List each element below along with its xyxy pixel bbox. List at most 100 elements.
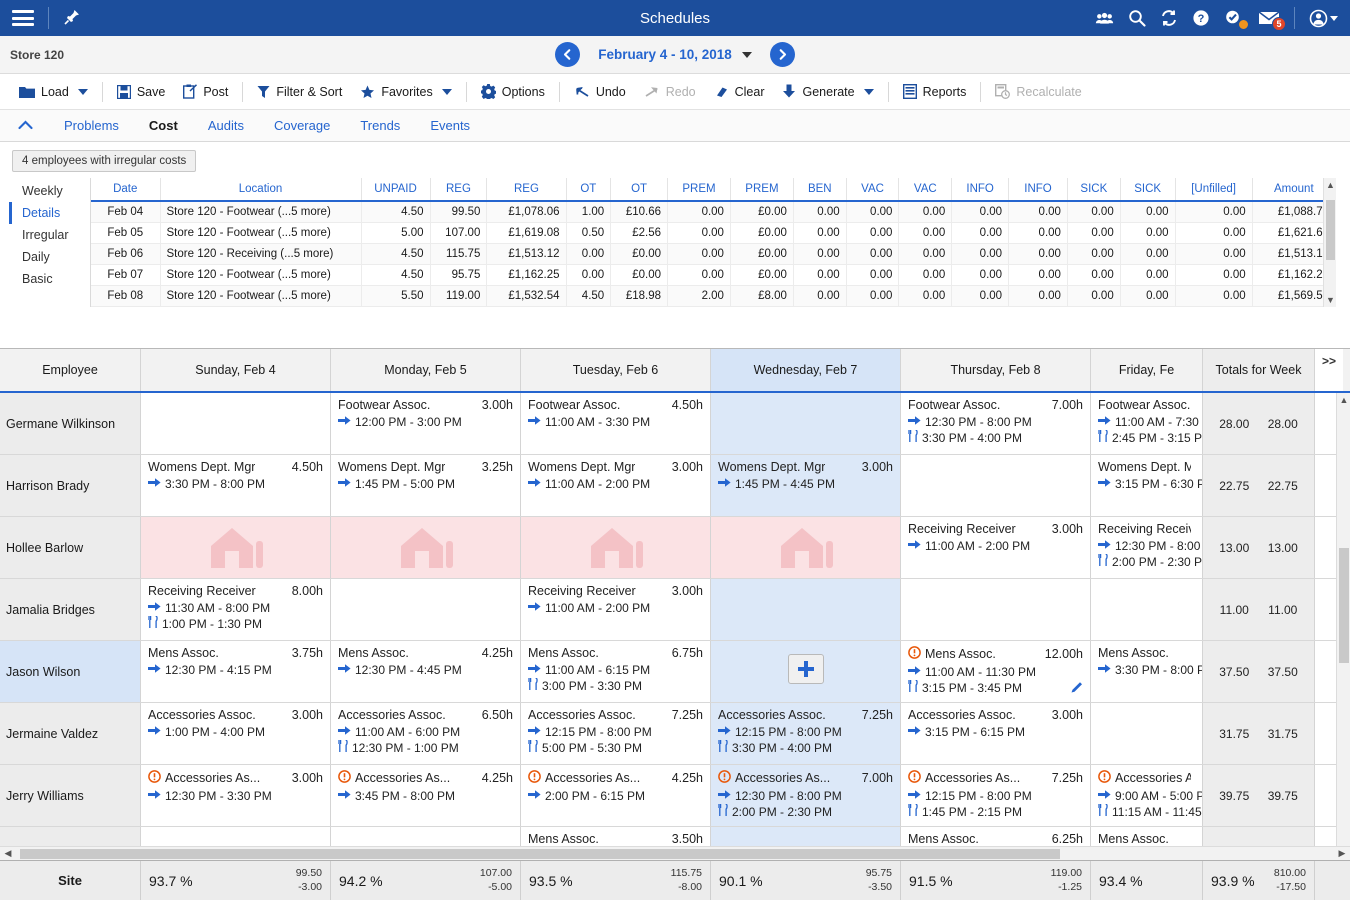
filter-sort-button[interactable]: Filter & Sort <box>248 78 351 106</box>
cost-table-row[interactable]: Feb 06Store 120 - Receiving (...5 more)4… <box>91 244 1336 265</box>
scroll-up-arrow-icon[interactable]: ▲ <box>1337 393 1350 407</box>
chevron-down-icon[interactable] <box>78 89 88 95</box>
schedule-column-header[interactable]: Sunday, Feb 4 <box>141 349 331 391</box>
tasks-icon[interactable] <box>1224 9 1244 27</box>
schedule-column-header[interactable]: Friday, Fe <box>1091 349 1203 391</box>
options-button[interactable]: Options <box>472 78 554 106</box>
shift-cell[interactable]: Mens Assoc. 12.00h 11:00 AM - 11:30 PM 3… <box>901 641 1091 702</box>
shift-cell[interactable] <box>901 579 1091 640</box>
shift-cell[interactable]: Receiving Receiver 3.00h 11:00 AM - 2:00… <box>901 517 1091 578</box>
scroll-right-arrow-icon[interactable]: ▶ <box>1334 847 1350 861</box>
cost-col-header[interactable]: OT <box>611 178 668 201</box>
hscroll-track[interactable] <box>16 847 1334 861</box>
shift-cell[interactable]: Accessories Assoc. 7.25h 12:15 PM - 8:00… <box>711 703 901 764</box>
shift-cell[interactable]: Footwear Assoc. 7.00h 12:30 PM - 8:00 PM… <box>901 393 1091 454</box>
cost-table-scrollbar[interactable]: ▲ ▼ <box>1323 178 1336 307</box>
cost-nav-irregular[interactable]: Irregular <box>12 224 90 246</box>
cost-col-header[interactable]: SICK <box>1067 178 1120 201</box>
schedule-horizontal-scrollbar[interactable]: ◀ ▶ <box>0 846 1350 860</box>
cost-col-header[interactable]: PREM <box>668 178 731 201</box>
shift-cell[interactable]: Womens Dept. Mgr 3.00h 11:00 AM - 2:00 P… <box>521 455 711 516</box>
cost-nav-details[interactable]: Details <box>9 202 90 224</box>
shift-cell[interactable]: Womens Dept. Mgr 3.00h 1:45 PM - 4:45 PM <box>711 455 901 516</box>
cost-col-header[interactable]: PREM <box>730 178 793 201</box>
edit-shift-icon[interactable] <box>1070 680 1084 697</box>
schedule-row[interactable]: Hollee Barlow Receiving Receiver 3.00h 1… <box>0 517 1336 579</box>
shift-cell[interactable]: Accessories Assoc. 7.25h 12:15 PM - 8:00… <box>521 703 711 764</box>
schedule-row[interactable]: Harrison Brady Womens Dept. Mgr 4.50h 3:… <box>0 455 1336 517</box>
undo-button[interactable]: Undo <box>565 78 635 106</box>
shift-cell[interactable] <box>1091 703 1203 764</box>
date-range-label[interactable]: February 4 - 10, 2018 <box>598 47 732 62</box>
shift-cell[interactable] <box>711 393 901 454</box>
schedule-column-header[interactable]: Thursday, Feb 8 <box>901 349 1091 391</box>
date-dropdown-chevron-icon[interactable] <box>742 52 752 58</box>
day-off-cell[interactable] <box>521 517 711 578</box>
cost-nav-basic[interactable]: Basic <box>12 268 90 290</box>
load-button[interactable]: Load <box>10 78 97 106</box>
clear-button[interactable]: Clear <box>705 78 774 106</box>
shift-cell[interactable] <box>711 641 901 702</box>
schedule-vertical-scrollbar[interactable]: ▲ ▼ <box>1336 393 1350 860</box>
employee-name-cell[interactable]: Germane Wilkinson <box>0 393 141 454</box>
tab-audits[interactable]: Audits <box>193 110 259 141</box>
cost-table-row[interactable]: Feb 08Store 120 - Footwear (...5 more)5.… <box>91 286 1336 307</box>
shift-cell[interactable]: Receiving Receiver 3.00h 11:00 AM - 2:00… <box>521 579 711 640</box>
chevron-down-icon[interactable] <box>864 89 874 95</box>
irregular-costs-chip[interactable]: 4 employees with irregular costs <box>12 150 196 172</box>
shift-cell[interactable]: Mens Assoc. 3:30 PM - 8:00 P <box>1091 641 1203 702</box>
reports-button[interactable]: Reports <box>894 78 976 106</box>
generate-button[interactable]: Generate <box>773 78 882 106</box>
save-button[interactable]: Save <box>108 78 175 106</box>
user-account-icon[interactable] <box>1309 9 1338 28</box>
shift-cell[interactable]: Receiving Receiver 12:30 PM - 8:00 P 2:0… <box>1091 517 1203 578</box>
tab-events[interactable]: Events <box>415 110 485 141</box>
expand-columns-button[interactable]: >> <box>1315 349 1343 393</box>
scroll-left-arrow-icon[interactable]: ◀ <box>0 847 16 861</box>
scrollbar-thumb[interactable] <box>20 849 1060 859</box>
shift-cell[interactable]: Accessories As. 9:00 AM - 5:00 P 11:15 A… <box>1091 765 1203 826</box>
collapse-panel-chevron-icon[interactable] <box>14 119 49 133</box>
schedule-row[interactable]: Germane Wilkinson Footwear Assoc. 3.00h … <box>0 393 1336 455</box>
cost-nav-weekly[interactable]: Weekly <box>12 180 90 202</box>
employee-name-cell[interactable]: Jason Wilson <box>0 641 141 702</box>
day-off-cell[interactable] <box>711 517 901 578</box>
shift-cell[interactable]: Womens Dept. Mgr 3.25h 1:45 PM - 5:00 PM <box>331 455 521 516</box>
pin-icon[interactable] <box>63 8 81 29</box>
shift-cell[interactable]: Accessories Assoc. 3.00h 3:15 PM - 6:15 … <box>901 703 1091 764</box>
schedule-column-header[interactable]: Totals for Week <box>1203 349 1315 391</box>
next-week-button[interactable] <box>770 42 795 67</box>
search-icon[interactable] <box>1128 9 1146 27</box>
cost-col-header[interactable]: VAC <box>899 178 952 201</box>
hamburger-menu-icon[interactable] <box>12 10 34 26</box>
cost-col-header[interactable]: REG <box>430 178 487 201</box>
scrollbar-thumb[interactable] <box>1326 200 1335 260</box>
shift-cell[interactable]: Mens Assoc. 4.25h 12:30 PM - 4:45 PM <box>331 641 521 702</box>
cost-table-row[interactable]: Feb 04Store 120 - Footwear (...5 more)4.… <box>91 201 1336 223</box>
shift-cell[interactable] <box>331 579 521 640</box>
employee-name-cell[interactable]: Hollee Barlow <box>0 517 141 578</box>
schedule-column-header[interactable]: Tuesday, Feb 6 <box>521 349 711 391</box>
schedule-row[interactable]: Jermaine Valdez Accessories Assoc. 3.00h… <box>0 703 1336 765</box>
shift-cell[interactable]: Accessories Assoc. 6.50h 11:00 AM - 6:00… <box>331 703 521 764</box>
schedule-row[interactable]: Jamalia Bridges Receiving Receiver 8.00h… <box>0 579 1336 641</box>
shift-cell[interactable]: Womens Dept. Mgr 4.50h 3:30 PM - 8:00 PM <box>141 455 331 516</box>
shift-cell[interactable]: Accessories As... 7.00h 12:30 PM - 8:00 … <box>711 765 901 826</box>
cost-col-header[interactable]: REG <box>487 178 566 201</box>
cost-col-header[interactable]: UNPAID <box>361 178 430 201</box>
cost-col-header[interactable]: [Unfilled] <box>1175 178 1252 201</box>
shift-cell[interactable] <box>901 455 1091 516</box>
scroll-up-arrow-icon[interactable]: ▲ <box>1324 178 1336 192</box>
cost-col-header[interactable]: BEN <box>793 178 846 201</box>
day-off-cell[interactable] <box>141 517 331 578</box>
favorites-button[interactable]: Favorites <box>351 78 460 106</box>
employee-name-cell[interactable]: Jermaine Valdez <box>0 703 141 764</box>
scroll-down-arrow-icon[interactable]: ▼ <box>1324 293 1336 307</box>
schedule-row[interactable]: Jason Wilson Mens Assoc. 3.75h 12:30 PM … <box>0 641 1336 703</box>
cost-col-header[interactable]: Location <box>160 178 361 201</box>
people-icon[interactable] <box>1095 11 1114 26</box>
cost-nav-daily[interactable]: Daily <box>12 246 90 268</box>
employee-name-cell[interactable]: Jerry Williams <box>0 765 141 826</box>
cost-table-row[interactable]: Feb 07Store 120 - Footwear (...5 more)4.… <box>91 265 1336 286</box>
cost-col-header[interactable]: INFO <box>952 178 1009 201</box>
